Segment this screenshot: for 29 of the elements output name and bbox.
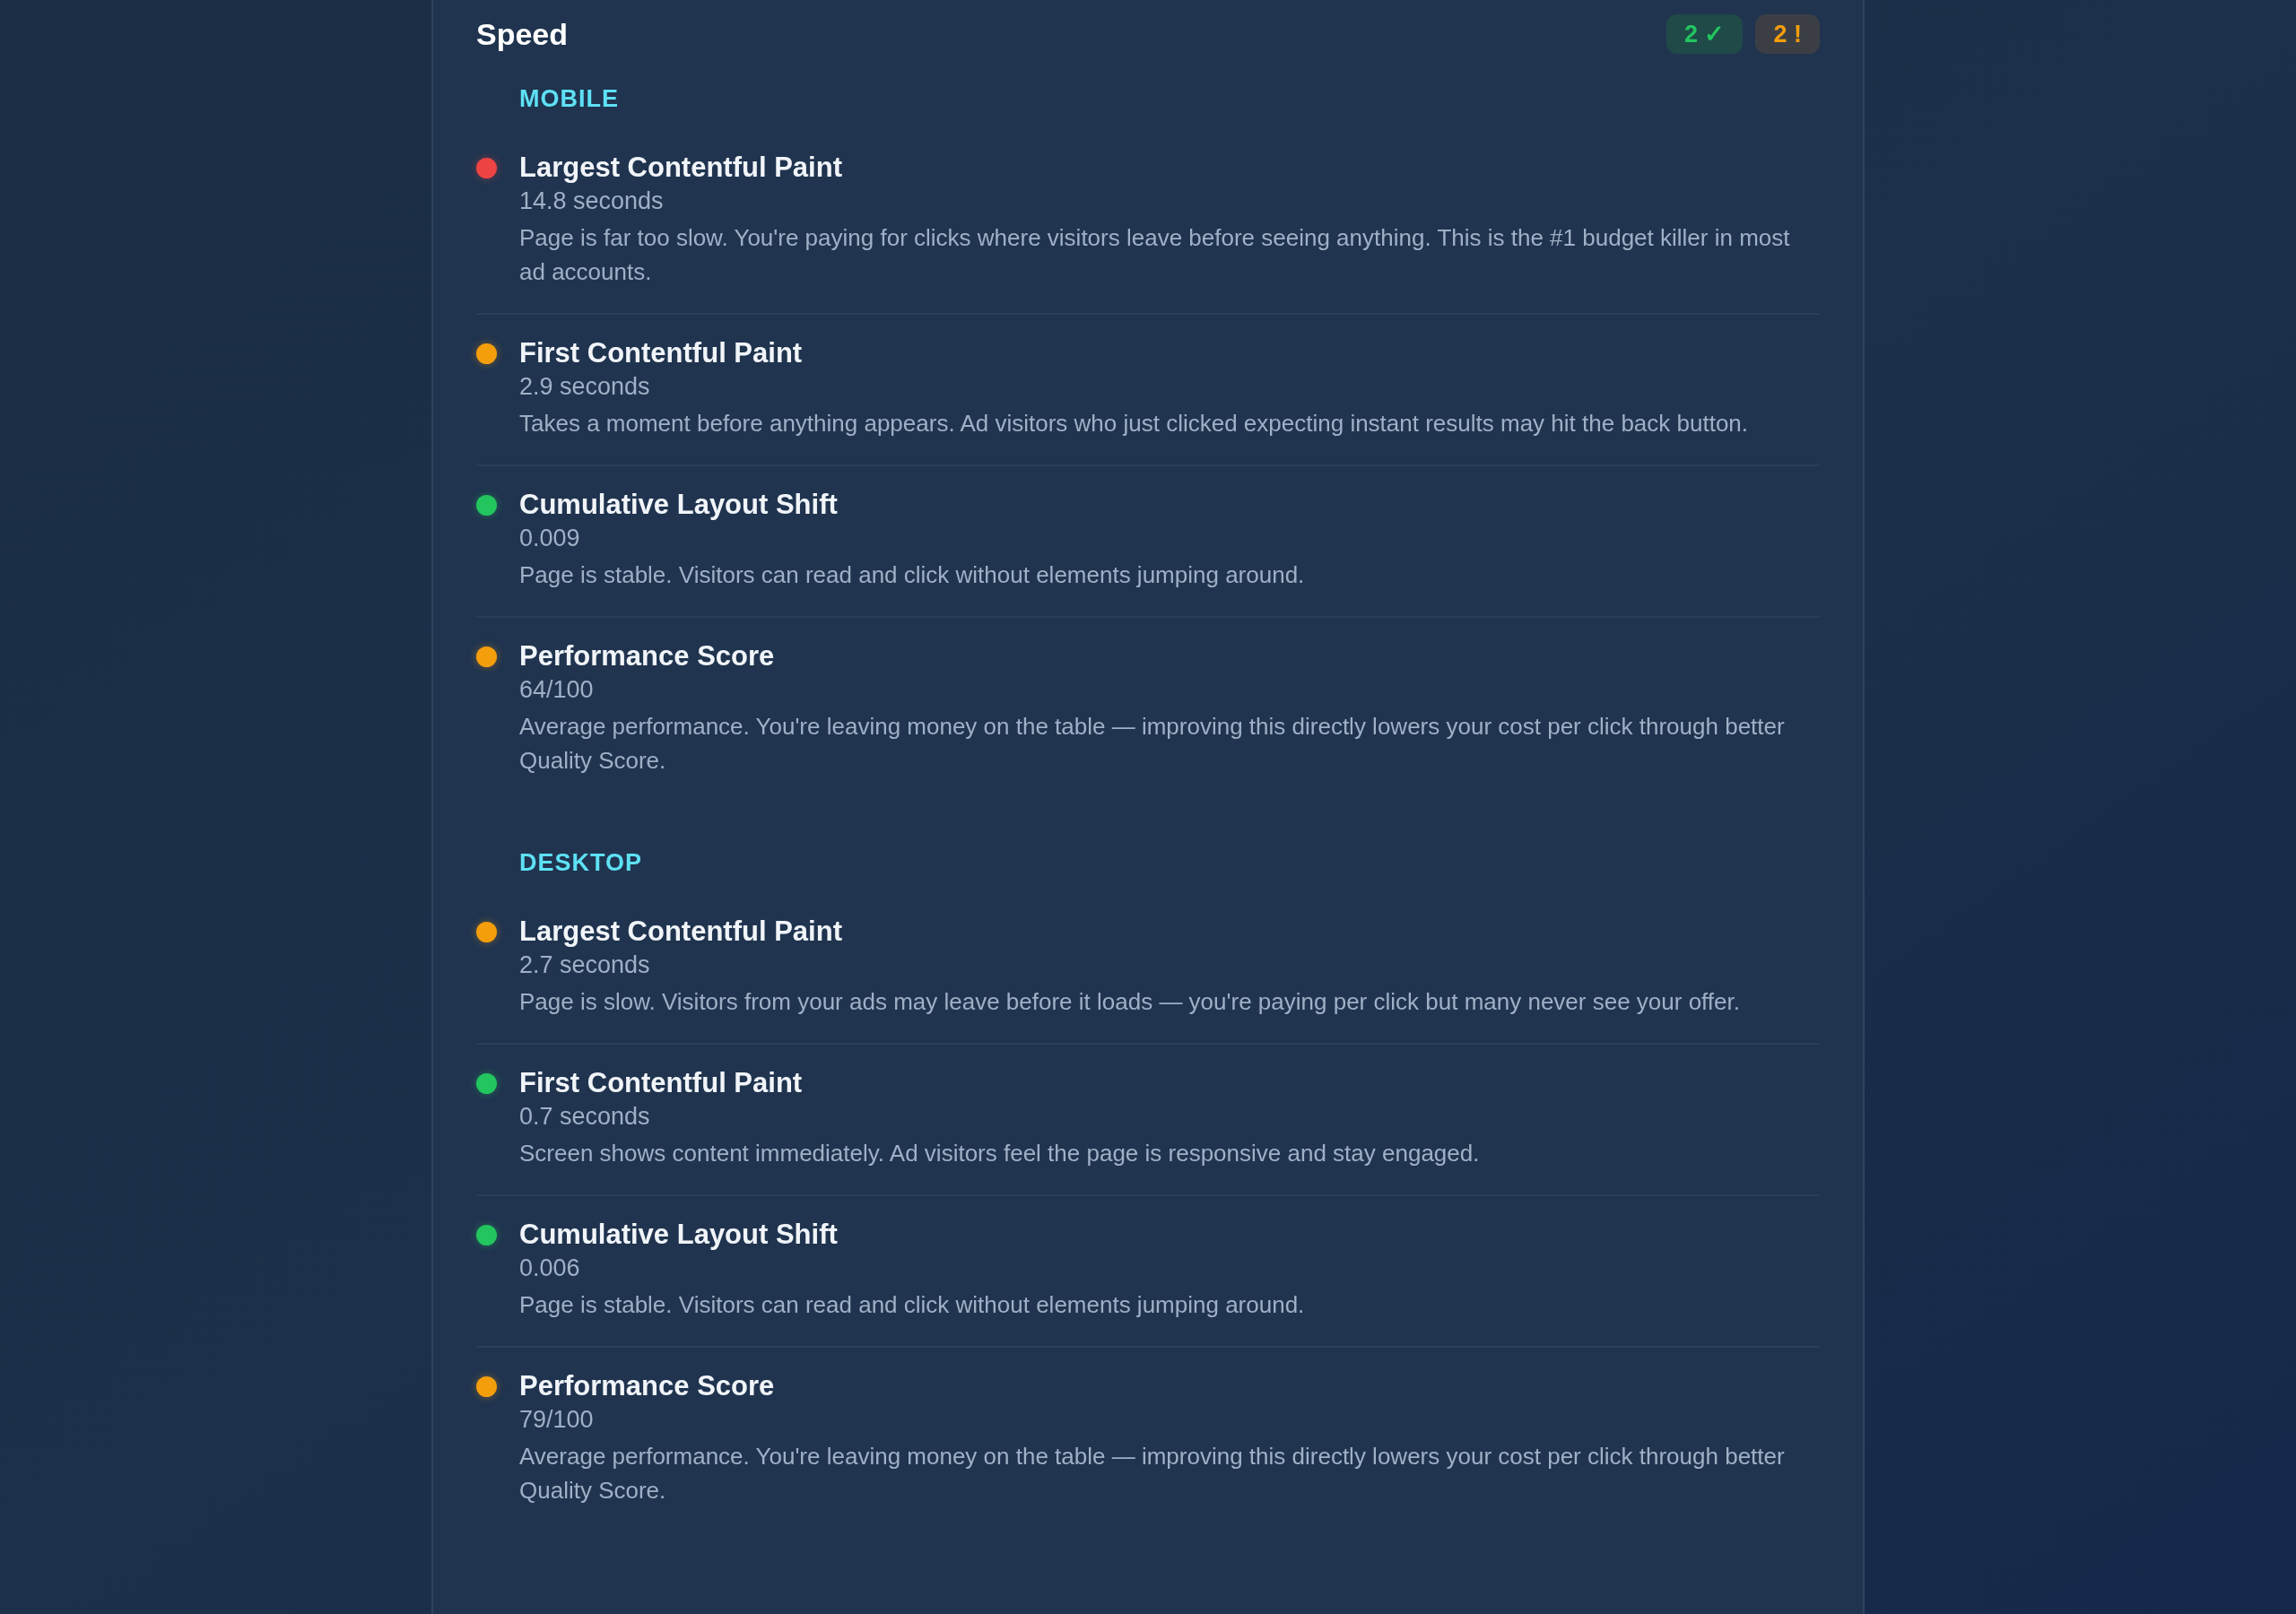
section-heading: DESKTOP bbox=[519, 848, 644, 878]
metric-name: Cumulative Layout Shift bbox=[519, 488, 839, 522]
metric-value: 2.7 seconds bbox=[519, 950, 651, 980]
metric-name: First Contentful Paint bbox=[519, 1066, 804, 1100]
metric-value: 0.7 seconds bbox=[519, 1102, 651, 1132]
metric-description: Page is far too slow. You're paying for clicks where visitors leave before seeing anything. This is the #1 budget killer in most ad accounts. bbox=[519, 223, 1791, 287]
metric-value: 0.009 bbox=[519, 524, 581, 553]
metric-description: Page is stable. Visitors can read and click without elements jumping around. bbox=[519, 1290, 1305, 1320]
metric-description: Page is stable. Visitors can read and click without elements jumping around. bbox=[519, 560, 1305, 590]
metric-description: Screen shows content immediately. Ad visitors feel the page is responsive and stay engaged. bbox=[519, 1139, 1480, 1168]
metric-value: 2.9 seconds bbox=[519, 372, 651, 402]
metric-description: Takes a moment before anything appears. Ad visitors who just clicked expecting instant results may hit the back button. bbox=[519, 409, 1749, 438]
metric-name: Largest Contentful Paint bbox=[519, 915, 843, 949]
metric-value: 64/100 bbox=[519, 675, 595, 705]
warning-count-badge: 2 ! bbox=[1755, 14, 1820, 54]
metric-name: Largest Contentful Paint bbox=[519, 151, 843, 185]
metric-description: Average performance. You're leaving money on the table — improving this directly lowers your cost per click through better Quality Score. bbox=[519, 712, 1786, 776]
metric-value: 14.8 seconds bbox=[519, 187, 665, 216]
metric-description: Page is slow. Visitors from your ads may leave before it loads — you're paying per click but many never see your offer. bbox=[519, 987, 1740, 1017]
section-heading: MOBILE bbox=[519, 84, 620, 114]
metric-value: 0.006 bbox=[519, 1254, 581, 1283]
metric-name: Performance Score bbox=[519, 1369, 776, 1403]
metric-name: Performance Score bbox=[519, 639, 776, 673]
passed-count-badge: 2 ✓ bbox=[1665, 14, 1744, 54]
metric-description: Average performance. You're leaving money on the table — improving this directly lowers your cost per click through better Quality Score. bbox=[519, 1442, 1786, 1506]
panel-title: Speed bbox=[476, 15, 569, 53]
metric-value: 79/100 bbox=[519, 1405, 595, 1435]
metric-name: Cumulative Layout Shift bbox=[519, 1218, 839, 1252]
metric-name: First Contentful Paint bbox=[519, 336, 804, 370]
